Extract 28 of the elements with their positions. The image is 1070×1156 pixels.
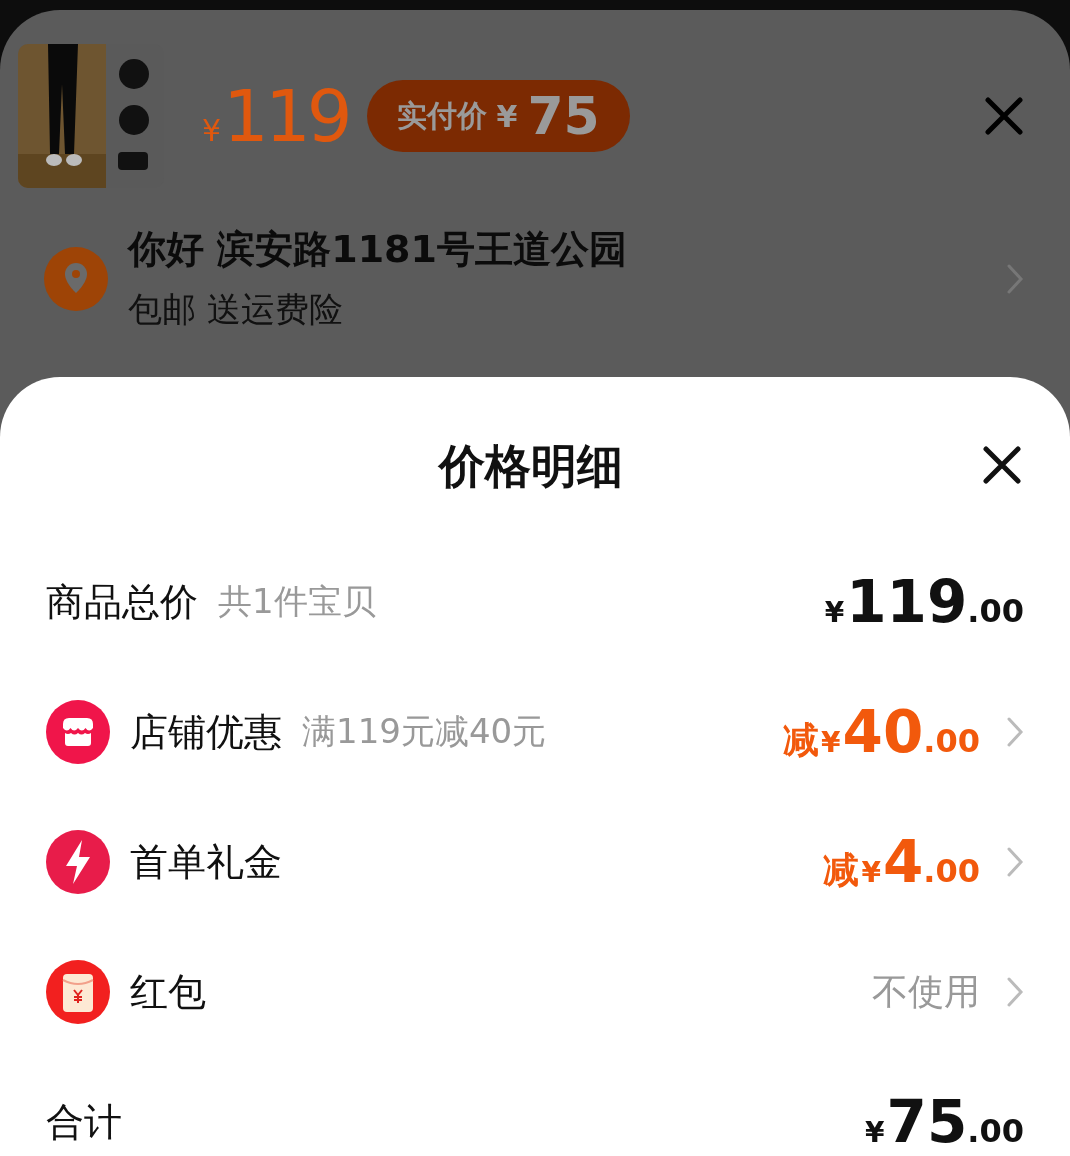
- chevron-right-icon: [1006, 716, 1024, 748]
- amount: 减¥4.00: [823, 828, 980, 896]
- row-label: 红包: [130, 968, 206, 1016]
- lightning-icon: [46, 830, 110, 894]
- amount: 减¥40.00: [783, 698, 980, 766]
- store-icon: [46, 700, 110, 764]
- row-note: 共1件宝贝: [218, 580, 376, 623]
- close-icon: [982, 445, 1022, 485]
- row-note: 满119元减40元: [302, 710, 547, 753]
- row-label: 首单礼金: [130, 838, 282, 886]
- chevron-right-icon: [1006, 846, 1024, 878]
- close-button[interactable]: [982, 445, 1022, 485]
- location-pin-icon: [44, 246, 108, 311]
- chevron-right-icon: [1006, 262, 1024, 295]
- amount: ¥75.00: [864, 1088, 1024, 1156]
- price: ¥119: [202, 74, 349, 158]
- envelope-icon: [46, 960, 110, 1024]
- close-icon: [984, 96, 1024, 136]
- row-label: 店铺优惠: [130, 708, 282, 756]
- amount: ¥119.00: [823, 568, 1024, 636]
- actual-price-badge: 实付价 ¥ 75: [366, 80, 630, 152]
- row-label: 合计: [46, 1098, 122, 1146]
- address-title: 你好 滨安路1181号王道公园: [128, 226, 628, 273]
- option-value[interactable]: 不使用: [872, 967, 980, 1017]
- shipping-info: 包邮 送运费险: [128, 288, 344, 331]
- row-label: 商品总价: [46, 578, 198, 626]
- chevron-right-icon: [1006, 976, 1024, 1008]
- sheet-title: 价格明细: [439, 438, 623, 495]
